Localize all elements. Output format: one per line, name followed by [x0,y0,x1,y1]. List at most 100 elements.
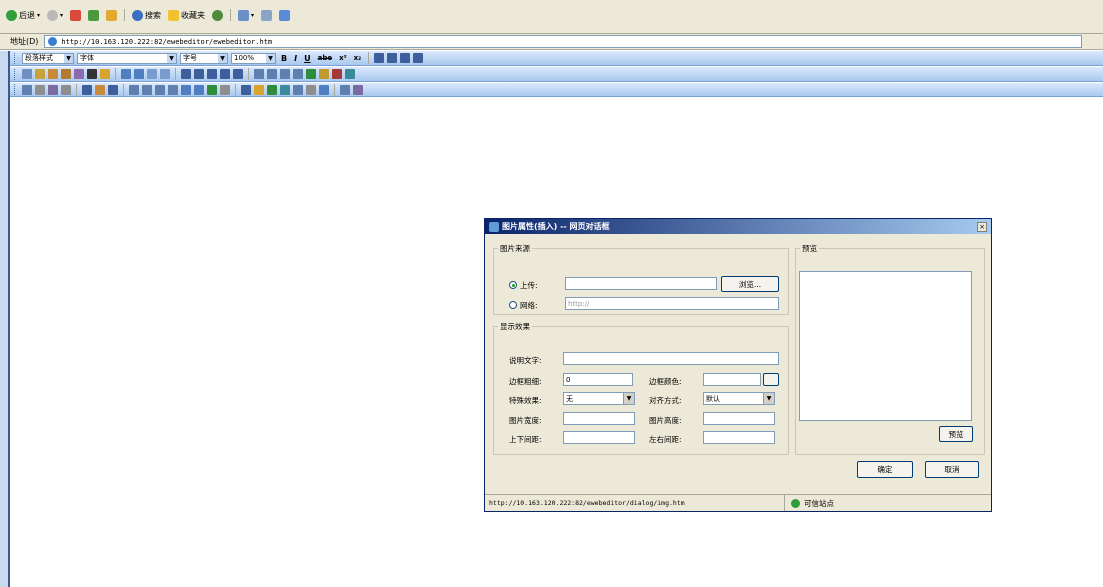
font-size-select[interactable]: 字号 ▼ [180,52,228,64]
zoom-select[interactable]: 100% ▼ [231,52,276,64]
align-right-icon[interactable] [400,53,411,63]
link-icon[interactable] [181,84,191,95]
border-color-input[interactable] [703,373,761,386]
para-style-select[interactable]: 段落样式 ▼ [22,52,74,64]
image-manager-icon[interactable] [319,69,329,79]
separator [124,9,126,21]
web-url-input[interactable]: http:// [565,297,779,310]
code-icon[interactable] [306,84,316,95]
flash-icon[interactable] [332,69,342,79]
upload-file-input[interactable] [565,277,717,290]
copy-icon[interactable] [35,69,45,79]
browse-button[interactable]: 浏览... [721,276,779,292]
emoticon-icon[interactable] [254,84,264,95]
insert-image-icon[interactable] [22,84,32,95]
forward-button[interactable]: ▾ [45,8,65,22]
unlink-icon[interactable] [220,84,230,95]
cell-props-icon[interactable] [108,84,118,95]
form-icon[interactable] [129,84,139,95]
vspace-label: 上下间距: [509,435,542,444]
redo-icon[interactable] [134,69,144,79]
clear-format-icon[interactable] [100,69,110,79]
address-url: http://10.163.120.222:82/ewebeditor/eweb… [61,37,273,46]
insert-file-icon[interactable] [61,84,71,95]
mail-button[interactable]: ▾ [236,8,256,22]
marquee-icon[interactable] [280,84,290,95]
back-button[interactable]: 后退 ▾ [4,8,42,22]
globe-icon[interactable] [306,69,316,79]
cancel-button[interactable]: 取消 [925,461,979,478]
print-button[interactable] [259,8,274,22]
find-icon[interactable] [74,69,84,79]
cut-icon[interactable] [22,69,32,79]
unselect-icon[interactable] [160,69,170,79]
help-icon[interactable] [353,84,363,95]
preview-icon[interactable] [319,84,329,95]
hspace-input[interactable] [703,431,775,444]
maximize-icon[interactable] [340,84,350,95]
vspace-input[interactable] [563,431,635,444]
align-select[interactable]: 默认 ▼ [703,392,775,405]
font-color-icon[interactable] [254,69,264,79]
edit-button[interactable] [277,8,292,22]
paste-text-icon[interactable] [61,69,71,79]
button-icon[interactable] [168,84,178,95]
date-icon[interactable] [267,84,277,95]
border-width-input[interactable]: 0 [563,373,633,386]
align-left-icon[interactable] [374,53,385,63]
text-box-icon[interactable] [280,69,290,79]
bold-button[interactable]: B [279,54,289,63]
search-button[interactable]: 搜索 [130,8,163,22]
align-justify-icon[interactable] [413,53,424,63]
effect-select[interactable]: 无 ▼ [563,392,635,405]
italic-button[interactable]: I [292,54,299,63]
delete-icon[interactable] [87,69,97,79]
effect-value: 无 [566,394,573,403]
paragraph-icon[interactable] [233,69,243,79]
page-break-icon[interactable] [293,84,303,95]
table-props-icon[interactable] [95,84,105,95]
height-input[interactable] [703,412,775,425]
address-input[interactable]: http://10.163.120.222:82/ewebeditor/eweb… [44,35,1083,48]
strikethrough-button[interactable]: abe [316,54,334,62]
dropdown-arrow-icon: ▾ [60,11,64,19]
paste-icon[interactable] [48,69,58,79]
insert-media-icon[interactable] [48,84,58,95]
layer-icon[interactable] [293,69,303,79]
special-char-icon[interactable] [241,84,251,95]
textarea-icon[interactable] [142,84,152,95]
color-picker-button[interactable] [763,373,779,386]
bookmark-icon[interactable] [207,84,217,95]
upload-radio[interactable] [509,281,517,289]
favorites-button[interactable]: 收藏夹 [166,8,207,22]
dialog-title-bar[interactable]: 图片属性(插入) -- 网页对话框 [485,219,991,234]
width-input[interactable] [563,412,635,425]
font-select[interactable]: 字体 ▼ [77,52,177,64]
alt-text-input[interactable] [563,352,779,365]
home-button[interactable] [104,8,119,22]
insert-table-icon[interactable] [82,84,92,95]
ordered-list-icon[interactable] [181,69,191,79]
underline-button[interactable]: U [302,54,313,63]
outdent-icon[interactable] [207,69,217,79]
stop-button[interactable] [68,8,83,22]
highlight-icon[interactable] [267,69,277,79]
select-all-icon[interactable] [147,69,157,79]
web-radio[interactable] [509,301,517,309]
ok-button[interactable]: 确定 [857,461,913,478]
preview-button[interactable]: 预览 [939,426,973,442]
history-button[interactable] [210,8,225,22]
media-icon[interactable] [345,69,355,79]
hr-icon[interactable] [155,84,165,95]
undo-icon[interactable] [121,69,131,79]
unordered-list-icon[interactable] [194,69,204,79]
close-button[interactable]: × [977,222,987,232]
preview-legend: 预览 [802,244,817,253]
align-center-icon[interactable] [387,53,398,63]
subscript-button[interactable]: x₂ [352,54,364,62]
indent-icon[interactable] [220,69,230,79]
refresh-button[interactable] [86,8,101,22]
superscript-button[interactable]: x² [337,54,349,62]
anchor-icon[interactable] [194,84,204,95]
insert-flash-icon[interactable] [35,84,45,95]
